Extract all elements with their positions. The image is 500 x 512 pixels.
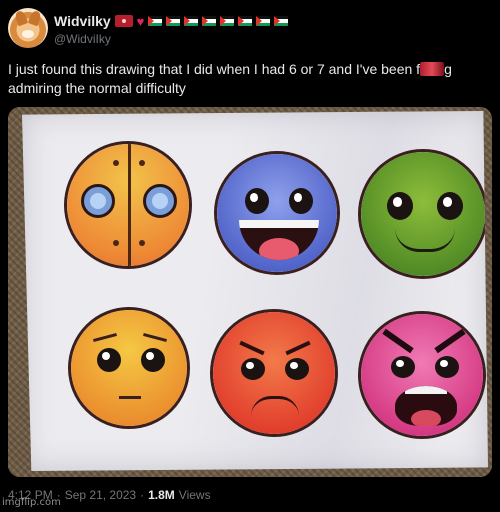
flag-icon <box>166 16 181 26</box>
hard-face <box>358 149 488 279</box>
tweet-header: Widvilky ♥ @WidviIky <box>8 8 492 50</box>
views-label: Views <box>178 488 211 502</box>
flag-icon <box>114 15 133 27</box>
tweet-card: Widvilky ♥ @WidviIky I just found this d… <box>0 0 500 512</box>
imgflip-watermark: imgflip.com <box>2 497 61 508</box>
flag-icon <box>220 16 235 26</box>
flag-icon <box>202 16 217 26</box>
meta-separator: · <box>140 488 145 502</box>
flag-icon <box>184 16 199 26</box>
display-name[interactable]: Widvilky <box>54 13 111 29</box>
tweet-image[interactable] <box>8 107 492 477</box>
name-row: Widvilky ♥ <box>54 12 289 30</box>
flag-icon <box>274 16 289 26</box>
tweet-text-start: I just found this drawing that I did whe… <box>8 61 421 77</box>
insane-face <box>210 309 338 437</box>
user-handle[interactable]: @WidviIky <box>54 32 111 46</box>
censor-emoji-icon <box>420 62 445 76</box>
drawing-paper <box>22 111 488 471</box>
tweet-text: I just found this drawing that I did whe… <box>8 60 492 98</box>
flag-icon <box>148 16 163 26</box>
views-count: 1.8M <box>148 488 175 502</box>
easy-face <box>64 141 192 269</box>
avatar[interactable] <box>8 8 48 48</box>
demon-face <box>358 311 486 439</box>
flag-icon <box>256 16 271 26</box>
heart-icon: ♥ <box>136 13 145 29</box>
flag-icon <box>238 16 253 26</box>
post-date[interactable]: Sep 21, 2023 <box>65 488 136 502</box>
harder-face <box>68 307 190 429</box>
normal-face <box>214 151 340 275</box>
